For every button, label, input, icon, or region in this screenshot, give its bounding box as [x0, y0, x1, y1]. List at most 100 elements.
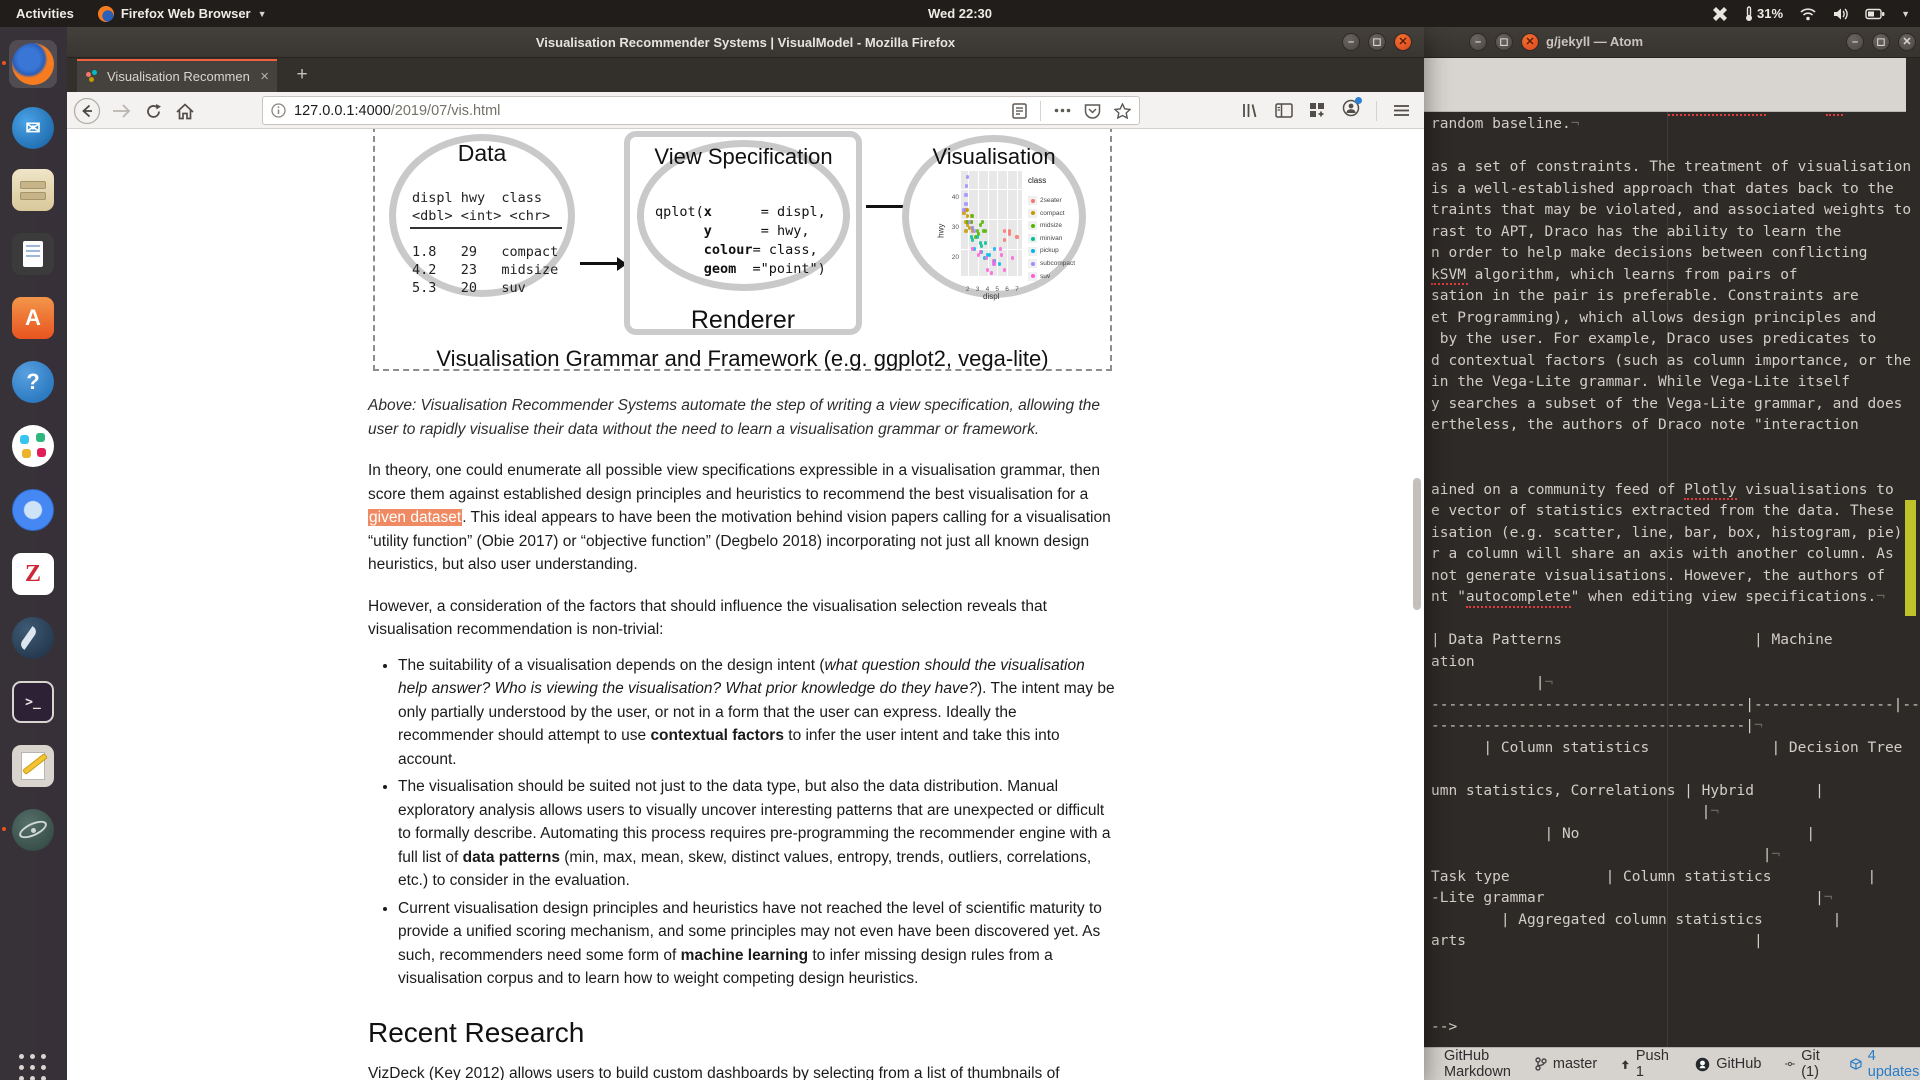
- zotero-icon: Z: [12, 553, 54, 595]
- running-indicator: [2, 827, 6, 831]
- firefox-titlebar[interactable]: Visualisation Recommender Systems | Visu…: [67, 27, 1424, 58]
- branch-icon: [1535, 1057, 1547, 1071]
- firefox-window: Visualisation Recommender Systems | Visu…: [67, 27, 1424, 1080]
- recommender-diagram: Data displ hwy class <dbl> <int> <chr> 1…: [368, 129, 1115, 376]
- page-content[interactable]: Data displ hwy class <dbl> <int> <chr> 1…: [67, 129, 1424, 1080]
- atom-window-title: g/jekyll — Atom: [1546, 34, 1644, 49]
- dock-slack-icon[interactable]: [9, 422, 57, 470]
- dock-files-icon[interactable]: [9, 166, 57, 214]
- back-button[interactable]: [73, 97, 101, 125]
- updates-button[interactable]: 4 updates: [1850, 1048, 1920, 1080]
- navigation-toolbar: 127.0.0.1:4000/2019/07/vis.html: [67, 92, 1424, 129]
- battery-icon[interactable]: [1865, 8, 1885, 20]
- dock-ubuntu-software-icon[interactable]: A: [9, 294, 57, 342]
- maximize-button[interactable]: ◻: [1368, 33, 1386, 51]
- hamburger-menu-icon[interactable]: [1393, 104, 1410, 117]
- minimize-button[interactable]: –: [1846, 33, 1864, 51]
- x-tick-label: 7: [1015, 286, 1019, 293]
- github-panel-button[interactable]: GitHub: [1695, 1056, 1761, 1072]
- legend-item: subcompact: [1028, 257, 1075, 270]
- dock-notes-app-icon[interactable]: [9, 742, 57, 790]
- dock-help-icon[interactable]: ?: [9, 358, 57, 406]
- y-axis-label: hwy: [936, 223, 946, 238]
- view-spec-label: View Specification: [654, 144, 833, 169]
- sidebar-icon[interactable]: [1275, 103, 1293, 118]
- dock-atom-icon[interactable]: [2, 806, 57, 854]
- dock-quill-app-icon[interactable]: [9, 614, 57, 662]
- atom-scrollbar-thumb[interactable]: [1905, 500, 1916, 616]
- maximize-button[interactable]: ◻: [1495, 33, 1513, 51]
- paragraph: In theory, one could enumerate all possi…: [368, 462, 1111, 573]
- temperature-indicator[interactable]: 31%: [1744, 5, 1784, 22]
- help-icon: ?: [12, 361, 54, 403]
- slack-icon: [12, 425, 54, 467]
- close-button[interactable]: ✕: [1394, 33, 1412, 51]
- temperature-value: 31%: [1757, 6, 1784, 21]
- grammar-selector[interactable]: GitHub Markdown: [1444, 1048, 1511, 1080]
- qplot-code: qplot(x = displ, y = hwy, colour= class,…: [655, 204, 826, 277]
- dock-terminal-icon[interactable]: >_: [9, 678, 57, 726]
- system-tray[interactable]: 31% ▼: [1712, 0, 1910, 27]
- screenshot-tool-icon[interactable]: [1712, 6, 1728, 22]
- minimize-button[interactable]: –: [1469, 33, 1487, 51]
- dock-chromium-icon[interactable]: [9, 486, 57, 534]
- git-icon: [1785, 1061, 1796, 1067]
- atom-titlebar[interactable]: – ◻ ✕ g/jekyll — Atom – ◻ ✕: [1424, 27, 1920, 58]
- git-changes-button[interactable]: Git (1): [1785, 1048, 1826, 1080]
- atom-editor-pane[interactable]: random baseline.¬ as a set of constraint…: [1424, 112, 1920, 1047]
- reader-mode-icon[interactable]: [1012, 102, 1027, 119]
- site-info-icon[interactable]: [271, 103, 286, 118]
- show-applications-button[interactable]: [15, 1050, 51, 1080]
- atom-icon: [12, 809, 54, 851]
- x-tick-label: 2: [965, 286, 970, 293]
- document-app-icon: [12, 233, 54, 275]
- wifi-icon[interactable]: [1799, 7, 1817, 21]
- library-icon[interactable]: [1241, 102, 1259, 119]
- spellcheck-underline: [1668, 114, 1766, 116]
- git-branch-status[interactable]: master: [1535, 1056, 1597, 1072]
- close-button[interactable]: ✕: [1521, 33, 1539, 51]
- ubuntu-software-icon: A: [12, 297, 54, 339]
- new-tab-button[interactable]: +: [289, 62, 315, 88]
- dock-zotero-icon[interactable]: Z: [9, 550, 57, 598]
- dock-document-app-icon[interactable]: [9, 230, 57, 278]
- atom-window: – ◻ ✕ g/jekyll — Atom – ◻ ✕ random basel…: [1424, 27, 1920, 1080]
- bookmark-star-icon[interactable]: [1114, 102, 1131, 119]
- home-button[interactable]: [171, 97, 199, 125]
- y-tick-label: 20: [951, 254, 959, 261]
- pocket-icon[interactable]: [1084, 103, 1101, 119]
- reload-button[interactable]: [139, 97, 167, 125]
- spellcheck-underline: [1826, 114, 1843, 116]
- article: Data displ hwy class <dbl> <int> <chr> 1…: [368, 129, 1115, 1080]
- account-button[interactable]: [1342, 97, 1362, 122]
- maximize-button[interactable]: ◻: [1872, 33, 1890, 51]
- spellcheck-underline: [1466, 606, 1571, 608]
- dock-thunderbird-icon[interactable]: ✉: [9, 104, 57, 152]
- forward-button[interactable]: [107, 97, 135, 125]
- y-tick-label: 30: [951, 224, 959, 231]
- thunderbird-icon: ✉: [12, 107, 54, 149]
- grid-plus-icon[interactable]: [1309, 102, 1326, 119]
- tab-close-icon[interactable]: ×: [260, 68, 269, 85]
- spellcheck-underline: [1684, 498, 1737, 500]
- arrow-right-icon: [580, 257, 627, 270]
- minimize-button[interactable]: –: [1342, 33, 1360, 51]
- separator: [1376, 100, 1377, 121]
- notes-app-icon: [12, 745, 54, 787]
- firefox-scrollbar-thumb[interactable]: [1413, 478, 1421, 610]
- volume-icon[interactable]: [1833, 7, 1849, 21]
- gnome-top-bar: Activities Firefox Web Browser ▼ Wed 22:…: [0, 0, 1920, 27]
- close-button[interactable]: ✕: [1898, 33, 1916, 51]
- dock-firefox-icon[interactable]: [2, 40, 57, 88]
- notification-dot: [1355, 97, 1362, 104]
- data-table: displ hwy class <dbl> <int> <chr> 1.8 29…: [412, 190, 559, 296]
- url-text[interactable]: 127.0.0.1:4000/2019/07/vis.html: [294, 103, 1004, 119]
- quill-app-icon: [12, 617, 54, 659]
- atom-text-buffer[interactable]: random baseline.¬ as a set of constraint…: [1431, 114, 1920, 1039]
- tab-visualisation-recommender[interactable]: Visualisation Recommen ×: [77, 59, 277, 92]
- github-icon: [1696, 1057, 1710, 1071]
- page-actions-icon[interactable]: [1054, 108, 1071, 113]
- git-push-status[interactable]: Push 1: [1621, 1048, 1671, 1080]
- url-bar[interactable]: 127.0.0.1:4000/2019/07/vis.html: [262, 96, 1140, 125]
- clock[interactable]: Wed 22:30: [0, 6, 1920, 21]
